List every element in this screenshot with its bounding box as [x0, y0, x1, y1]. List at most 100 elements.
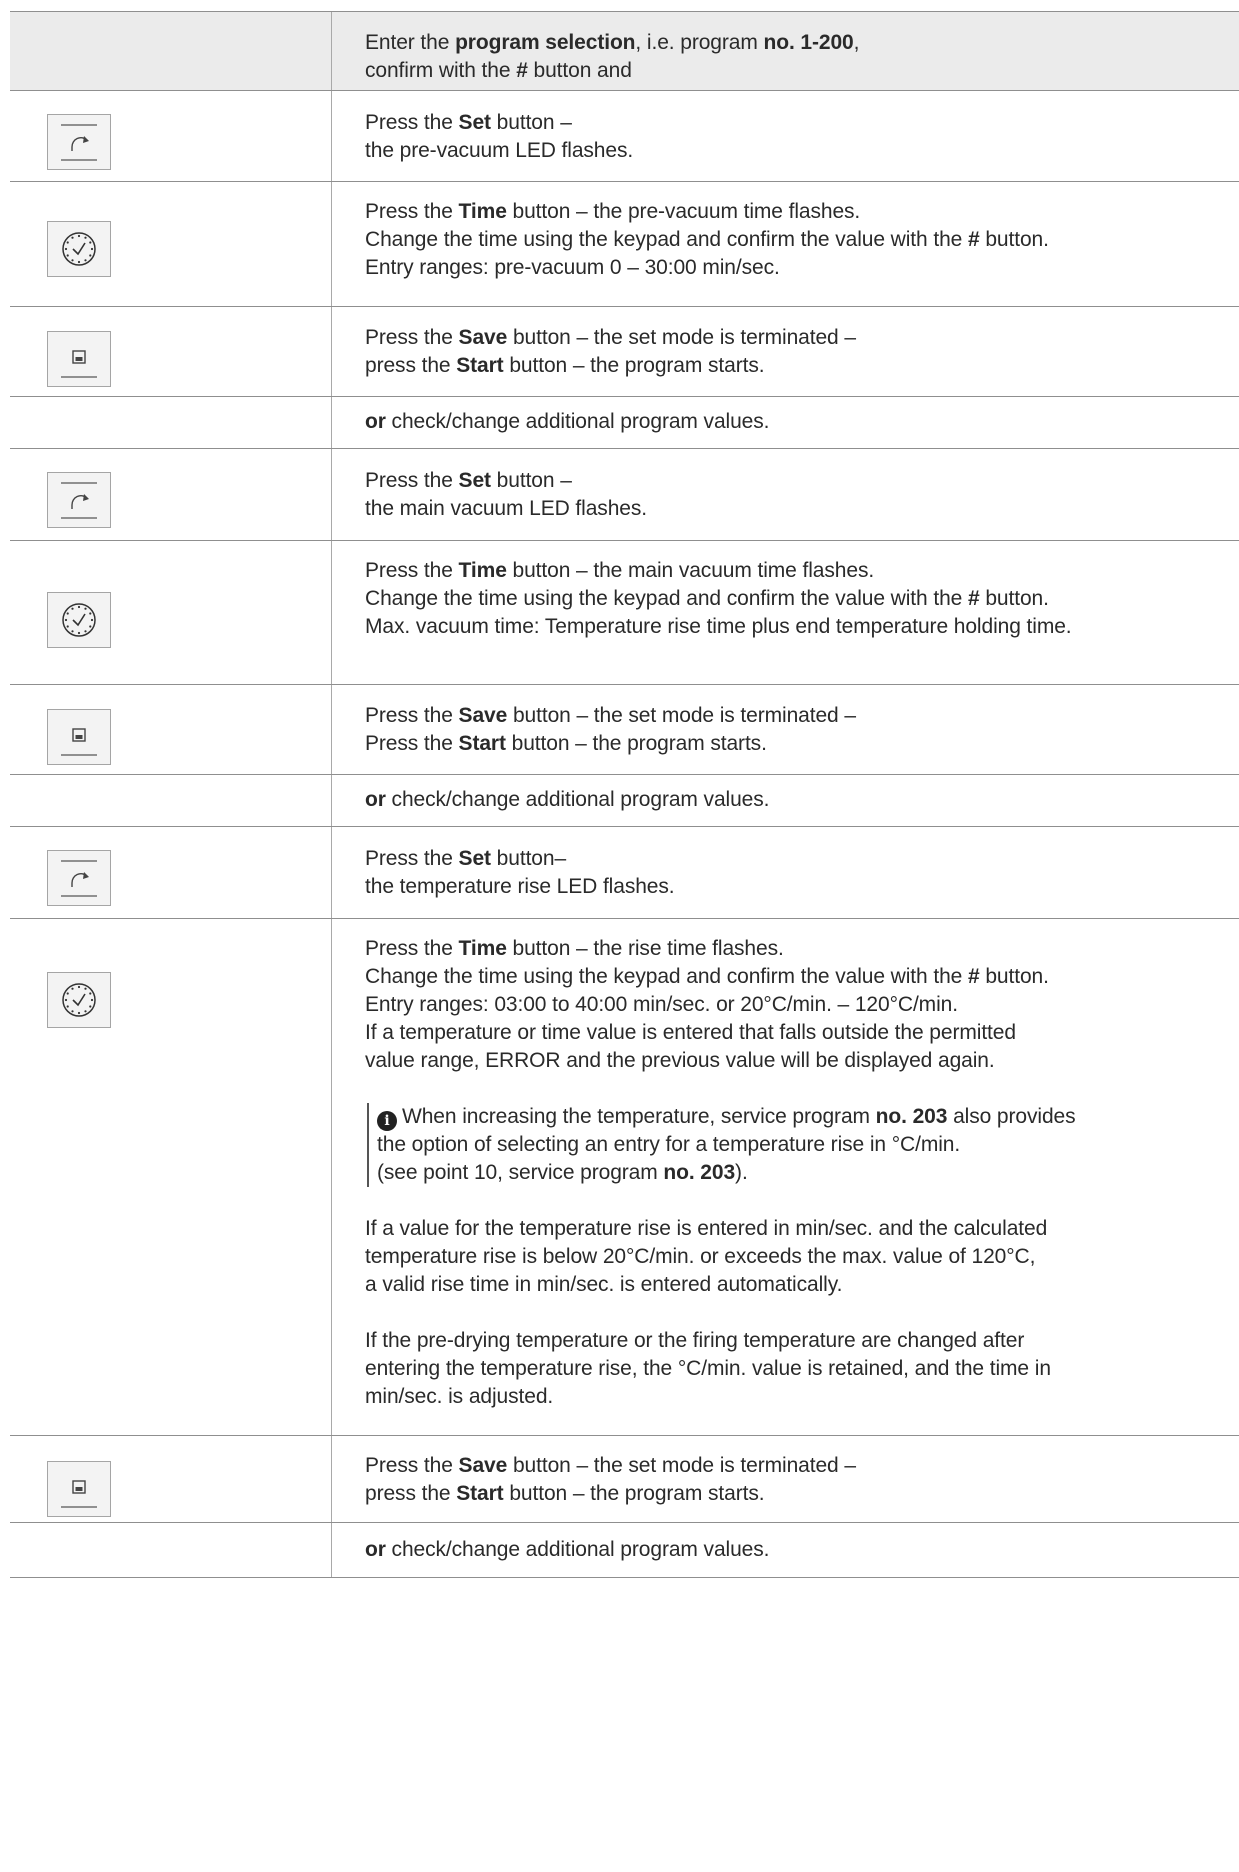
- text-run: button – the set mode is terminated –: [507, 1454, 856, 1477]
- note-line: (see point 10, service program no. 203).: [377, 1159, 1239, 1187]
- instruction-text: Enter the program selection, i.e. progra…: [332, 12, 1239, 90]
- bold-text: #: [967, 965, 980, 988]
- text-line: Max. vacuum time: Temperature rise time …: [365, 613, 1239, 641]
- set-button: [47, 850, 111, 906]
- text-run: If a temperature or time value is entere…: [365, 1021, 1016, 1044]
- text-line: confirm with the # button and: [365, 57, 1239, 85]
- text-run: Change the time using the keypad and con…: [365, 587, 968, 610]
- set-button: [47, 472, 111, 528]
- info-icon: i: [377, 1111, 397, 1131]
- instruction-text: or check/change additional program value…: [332, 1523, 1239, 1577]
- save-icon: [61, 728, 97, 756]
- text-line: Press the Save button – the set mode is …: [365, 1452, 1239, 1480]
- text-line: the pre-vacuum LED flashes.: [365, 137, 1239, 165]
- instruction-row: or check/change additional program value…: [10, 397, 1239, 449]
- icon-cell: [10, 919, 332, 1435]
- text-run: entering the temperature rise, the °C/mi…: [365, 1357, 1051, 1380]
- icon-cell: [10, 1523, 332, 1577]
- instruction-row: or check/change additional program value…: [10, 775, 1239, 827]
- icon-cell: [10, 775, 332, 826]
- bold-text: #: [516, 59, 528, 82]
- note-line: the option of selecting an entry for a t…: [377, 1131, 1239, 1159]
- instruction-text: Press the Time button – the main vacuum …: [332, 541, 1239, 684]
- instruction-row: Press the Time button – the rise time fl…: [10, 919, 1239, 1436]
- instruction-row: Press the Set button – the pre-vacuum LED…: [10, 91, 1239, 182]
- set-icon: [61, 860, 97, 897]
- instruction-row: Press the Time button – the pre-vacuum t…: [10, 182, 1239, 307]
- clock-icon: [62, 603, 96, 637]
- text-line: the main vacuum LED flashes.: [365, 495, 1239, 523]
- text-line: Press the Set button–: [365, 845, 1239, 873]
- text-run: Change the time using the keypad and con…: [365, 965, 968, 988]
- text-line: Change the time using the keypad and con…: [365, 585, 1239, 613]
- text-run: also provides: [947, 1105, 1076, 1128]
- text-run: Press the: [365, 847, 459, 870]
- text-run: button – the main vacuum time flashes.: [506, 559, 875, 582]
- note-line: i When increasing the temperature, servic…: [377, 1103, 1239, 1131]
- text-run: Entry ranges: 03:00 to 40:00 min/sec. or…: [365, 993, 958, 1016]
- text-run: button–: [490, 847, 567, 870]
- text-run: the option of selecting an entry for a t…: [377, 1133, 961, 1156]
- text-run: value range, ERROR and the previous valu…: [365, 1049, 995, 1072]
- bold-text: Time: [458, 559, 507, 582]
- text-run: the main vacuum LED flashes.: [365, 497, 648, 520]
- bold-text: Set: [458, 469, 491, 492]
- save-icon: [61, 350, 97, 378]
- text-run: button – the program starts.: [503, 1482, 765, 1505]
- text-run: button – the set mode is terminated –: [507, 326, 856, 349]
- text-line: press the Start button – the program sta…: [365, 352, 1239, 380]
- bold-text: or: [365, 788, 386, 811]
- text-run: confirm with the: [365, 59, 517, 82]
- bold-text: Set: [458, 111, 491, 134]
- text-run: Enter the: [365, 31, 456, 54]
- text-run: button.: [979, 965, 1049, 988]
- bold-text: Time: [458, 937, 507, 960]
- set-icon: [61, 482, 97, 519]
- icon-cell: [10, 397, 332, 448]
- clock-button: [47, 972, 111, 1028]
- text-line: or check/change additional program value…: [365, 786, 1239, 814]
- text-line: Enter the program selection, i.e. progra…: [365, 29, 1239, 57]
- bold-text: Start: [456, 1482, 504, 1505]
- bold-text: Set: [458, 847, 491, 870]
- text-line: Press the Time button – the rise time fl…: [365, 935, 1239, 963]
- text-line: Change the time using the keypad and con…: [365, 226, 1239, 254]
- clock-button: [47, 221, 111, 277]
- text-line: Press the Time button – the pre-vacuum t…: [365, 198, 1239, 226]
- instruction-text: or check/change additional program value…: [332, 775, 1239, 826]
- text-line: min/sec. is adjusted.: [365, 1383, 1239, 1411]
- instruction-table: Enter the program selection, i.e. progra…: [10, 11, 1239, 1578]
- text-line: or check/change additional program value…: [365, 1536, 1239, 1564]
- text-run: Change the time using the keypad and con…: [365, 228, 968, 251]
- text-line: If a value for the temperature rise is e…: [365, 1215, 1239, 1243]
- bold-text: Start: [458, 732, 506, 755]
- icon-cell: [10, 685, 332, 774]
- clock-button: [47, 592, 111, 648]
- text-run: button – the pre-vacuum time flashes.: [506, 200, 861, 223]
- instruction-row: Press the Set button– the temperature ris…: [10, 827, 1239, 919]
- text-run: , i.e. program: [635, 31, 764, 54]
- icon-cell: [10, 91, 332, 181]
- bold-text: no. 203: [875, 1105, 948, 1128]
- text-run: When increasing the temperature, service…: [402, 1105, 876, 1128]
- bold-text: #: [967, 228, 980, 251]
- set-icon: [61, 124, 97, 161]
- text-line: press the Start button – the program sta…: [365, 1480, 1239, 1508]
- text-run: ,: [853, 31, 860, 54]
- info-note: i When increasing the temperature, servic…: [367, 1103, 1239, 1187]
- icon-cell: [10, 541, 332, 684]
- bold-text: no. 203: [663, 1161, 736, 1184]
- bold-text: no. 1-200: [763, 31, 854, 54]
- save-button: [47, 1461, 111, 1517]
- text-run: Press the: [365, 326, 459, 349]
- text-run: button and: [527, 59, 632, 82]
- bold-text: program selection: [455, 31, 636, 54]
- text-run: button – the program starts.: [503, 354, 765, 377]
- text-line: Press the Save button – the set mode is …: [365, 702, 1239, 730]
- text-run: If the pre-drying temperature or the fir…: [365, 1329, 1025, 1352]
- bold-text: Save: [458, 326, 508, 349]
- text-line: temperature rise is below 20°C/min. or e…: [365, 1243, 1239, 1271]
